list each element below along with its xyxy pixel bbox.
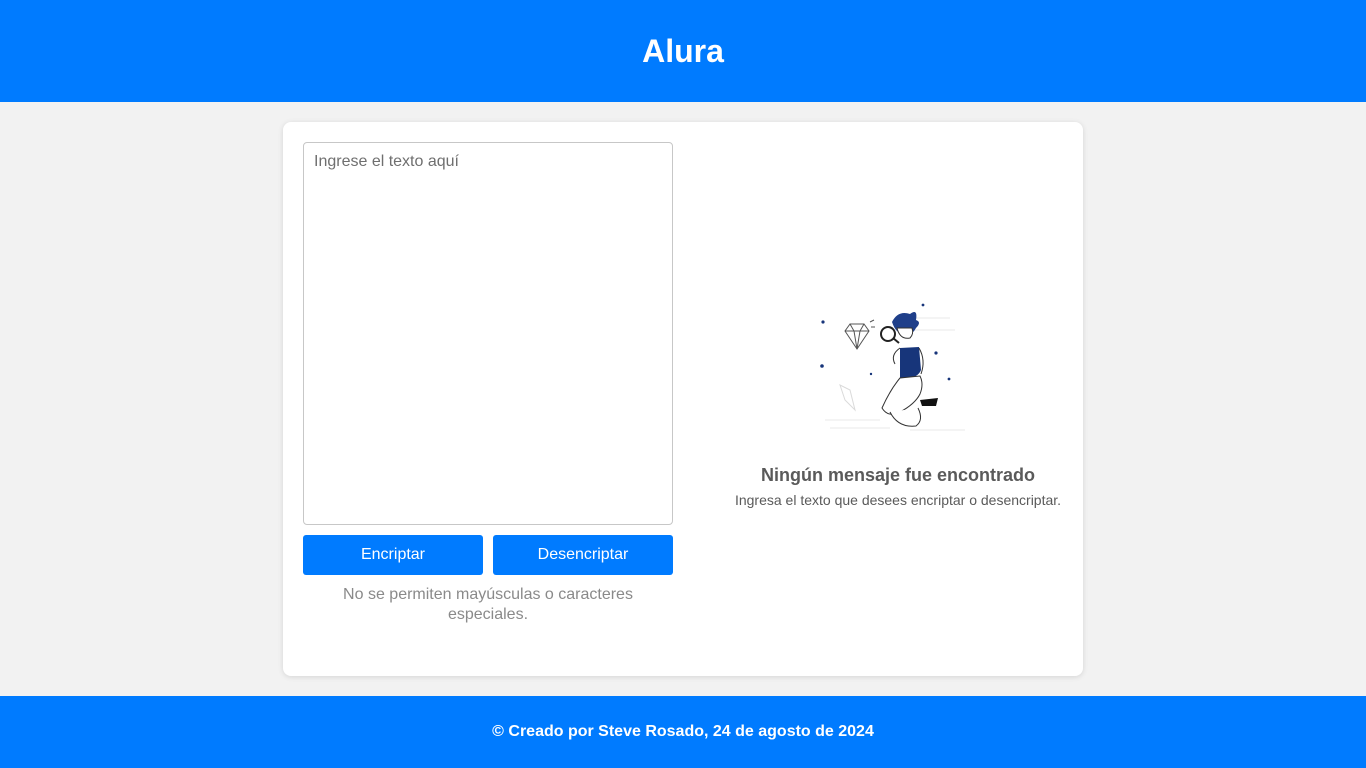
site-title: Alura [642, 32, 724, 69]
message-input[interactable] [303, 142, 673, 525]
footer-credit: © Creado por Steve Rosado, 24 de agosto … [492, 723, 874, 740]
empty-state-title: Ningún mensaje fue encontrado [760, 465, 1036, 485]
main-card: Encriptar Desencriptar No se permiten ma… [283, 122, 1083, 676]
search-illustration-icon [820, 303, 965, 431]
input-rules-hint: No se permiten mayúsculas o caracteres e… [343, 586, 633, 623]
site-header: Alura [0, 0, 1366, 102]
empty-state-subtitle: Ingresa el texto que desees encriptar o … [734, 492, 1062, 508]
decrypt-button[interactable]: Desencriptar [493, 535, 673, 575]
site-footer: © Creado por Steve Rosado, 24 de agosto … [0, 696, 1366, 768]
encrypt-button[interactable]: Encriptar [303, 535, 483, 575]
